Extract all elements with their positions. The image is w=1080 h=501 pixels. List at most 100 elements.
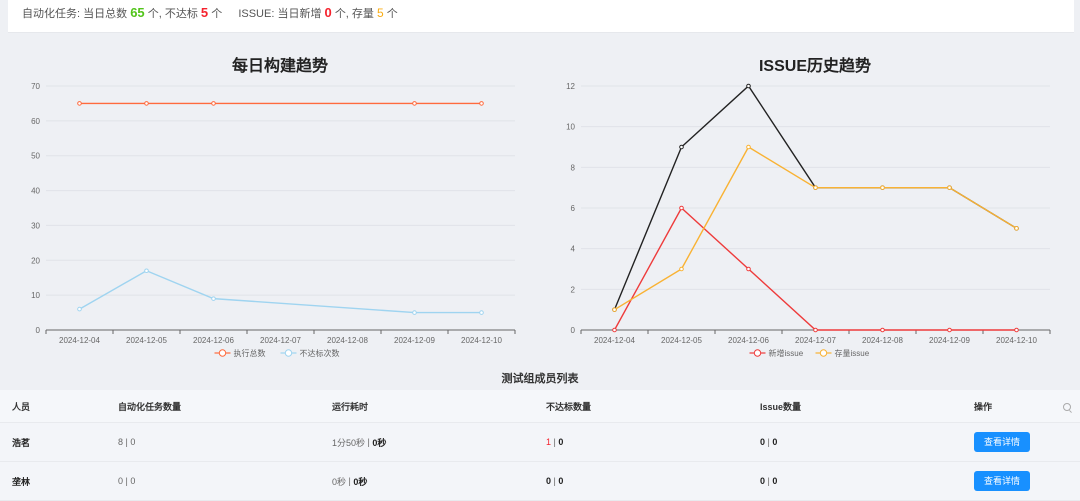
header-issue-count: Issue数量 <box>760 401 802 412</box>
data-point <box>880 327 885 333</box>
data-point <box>746 144 751 150</box>
legend-label: 新增issue <box>769 348 804 358</box>
legend-marker <box>284 349 293 357</box>
task-count: 0 | 0 <box>118 476 136 486</box>
data-point <box>947 327 952 333</box>
table-header-row: 人员 自动化任务数量 运行耗时 不达标数量 Issue数量 操作 <box>0 390 1080 423</box>
x-tick-label: 2024-12-10 <box>461 336 502 345</box>
header-task-count: 自动化任务数量 <box>118 401 182 412</box>
x-tick-label: 2024-12-07 <box>260 336 301 345</box>
fail-count: 0 | 0 <box>546 476 564 486</box>
runtime: 1分50秒 | 0秒 <box>332 437 387 448</box>
member-table: 人员 自动化任务数量 运行耗时 不达标数量 Issue数量 操作 浩茗 8 | … <box>0 390 1080 501</box>
x-tick-label: 2024-12-09 <box>394 336 435 345</box>
y-tick-label: 8 <box>571 163 576 172</box>
unit-label: 个 <box>386 8 398 20</box>
data-point <box>144 101 149 106</box>
issue-trend-plot: 0 2 4 6 8 10 12 2024-12-04 2024-12-05 2024-12-06 2… <box>566 82 1051 358</box>
build-trend-plot: 0 10 20 30 40 50 60 70 2024-12-04 2024-12-05 2024-… <box>31 82 516 358</box>
search-icon[interactable] <box>1063 403 1071 411</box>
data-point <box>211 296 216 301</box>
x-tick-label: 2024-12-08 <box>327 336 368 345</box>
data-point <box>947 185 952 190</box>
series-line <box>613 84 1017 310</box>
data-point <box>746 83 751 89</box>
header-person: 人员 <box>12 401 31 412</box>
x-tick-label: 2024-12-06 <box>728 336 769 345</box>
x-tick-label: 2024-12-05 <box>126 336 167 345</box>
task-count: 8 | 0 <box>118 437 136 447</box>
data-point <box>813 327 818 333</box>
unit-label: 个 <box>211 8 223 20</box>
legend-label: 执行总数 <box>234 348 266 358</box>
y-tick-label: 4 <box>571 245 576 254</box>
y-tick-label: 6 <box>571 204 576 213</box>
x-tick-label: 2024-12-04 <box>594 336 635 345</box>
table-row: 浩茗 8 | 0 1分50秒 | 0秒 1 | 0 0 | 0 查看详情 <box>0 423 1080 462</box>
build-trend-chart: 每日构建趋势 0 10 20 30 40 50 60 70 2024-12-04 2024-12-… <box>31 52 520 372</box>
data-point <box>679 144 684 150</box>
summary-bar: 自动化任务: 当日总数 65 个, 不达标 5 个 ISSUE: 当日新增 0 … <box>8 0 1074 33</box>
data-point <box>479 101 484 106</box>
issue-stock-value: 5 <box>377 6 384 20</box>
data-point <box>77 306 82 312</box>
series-line <box>614 146 1017 311</box>
legend-marker <box>819 349 828 357</box>
x-tick-label: 2024-12-05 <box>661 336 702 345</box>
member-table-title: 测试组成员列表 <box>501 373 579 385</box>
data-point <box>211 101 216 106</box>
legend-label: 存量issue <box>835 348 870 358</box>
data-point <box>144 268 149 274</box>
data-point <box>1014 327 1019 333</box>
unit-label: 个, 存量 <box>334 8 374 20</box>
y-tick-label: 10 <box>31 291 40 300</box>
issue-count: 0 | 0 <box>760 437 778 447</box>
data-point <box>746 266 751 272</box>
legend-marker <box>218 349 227 357</box>
y-tick-label: 2 <box>571 285 576 294</box>
y-tick-label: 12 <box>566 82 575 91</box>
y-tick-label: 70 <box>31 82 40 91</box>
x-tick-label: 2024-12-09 <box>929 336 970 345</box>
view-detail-cell: 查看详情 <box>974 423 1031 461</box>
y-tick-label: 0 <box>571 326 576 335</box>
x-tick-label: 2024-12-08 <box>862 336 903 345</box>
data-point <box>612 327 617 333</box>
runtime: 0秒 | 0秒 <box>332 476 368 487</box>
legend-label: 不达标次数 <box>300 348 340 358</box>
data-point <box>880 185 885 190</box>
data-point <box>679 205 684 211</box>
issue-count: 0 | 0 <box>760 476 778 486</box>
x-tick-label: 2024-12-06 <box>193 336 234 345</box>
data-point <box>612 307 617 312</box>
y-tick-label: 40 <box>31 187 40 196</box>
data-point <box>479 310 484 315</box>
header-runtime: 运行耗时 <box>332 401 369 412</box>
unit-label: 个, 不达标 <box>147 8 198 20</box>
data-point <box>679 266 684 272</box>
fail-count-value: 5 <box>200 5 209 20</box>
table-row: 垄林 0 | 0 0秒 | 0秒 0 | 0 0 | 0 查看详情 <box>0 462 1080 501</box>
series-line <box>79 269 482 314</box>
y-tick-label: 30 <box>31 221 40 230</box>
y-tick-label: 50 <box>31 152 40 161</box>
y-tick-label: 20 <box>31 256 40 265</box>
header-fail-count: 不达标数量 <box>546 401 592 412</box>
view-detail-button[interactable]: 查看详情 <box>974 471 1031 491</box>
x-tick-label: 2024-12-10 <box>996 336 1037 345</box>
data-point <box>813 185 818 190</box>
issue-trend-chart: ISSUE历史趋势 0 2 4 6 8 10 12 2024-12-04 2024-12-05 2… <box>566 52 1055 372</box>
auto-task-label: 自动化任务: 当日总数 <box>22 8 128 20</box>
series-line <box>613 206 1017 331</box>
y-tick-label: 0 <box>36 326 41 335</box>
y-tick-label: 10 <box>566 123 575 132</box>
header-action: 操作 <box>974 401 993 412</box>
legend-marker <box>753 349 762 357</box>
auto-total-value: 65 <box>130 5 145 20</box>
view-detail-button[interactable]: 查看详情 <box>974 432 1031 452</box>
issue-new-value: 0 <box>324 5 332 20</box>
data-point <box>412 101 417 106</box>
data-point <box>77 101 82 106</box>
fail-count: 1 | 0 <box>546 437 564 447</box>
issue-label: ISSUE: 当日新增 <box>238 8 322 20</box>
